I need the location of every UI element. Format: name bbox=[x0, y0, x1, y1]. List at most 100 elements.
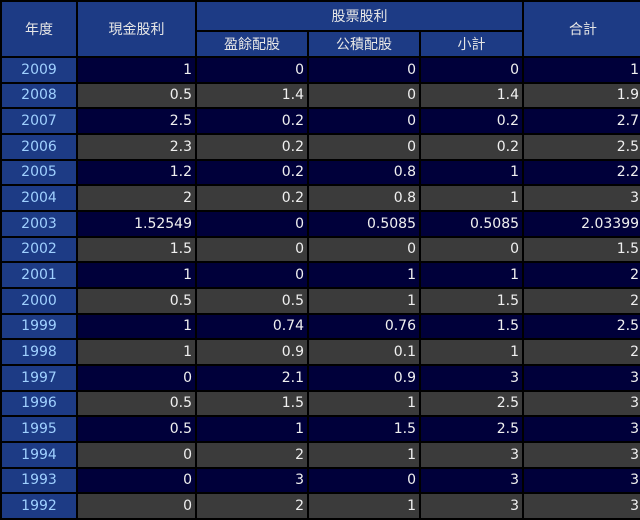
cash-dividend-cell: 0.5 bbox=[78, 417, 195, 441]
stock-subtotal-cell: 3 bbox=[421, 365, 523, 390]
year-cell: 2002 bbox=[2, 237, 76, 262]
capital-reserve-stock-cell: 1.5 bbox=[309, 417, 419, 441]
table-row: 2003 1.52549 0 0.5085 0.5085 2.03399 bbox=[2, 211, 640, 236]
year-cell: 1999 bbox=[2, 314, 76, 339]
table-row: 2004 2 0.2 0.8 1 3 bbox=[2, 186, 640, 210]
table-row: 2001 1 0 1 1 2 bbox=[2, 263, 640, 287]
year-cell: 2008 bbox=[2, 83, 76, 108]
capital-reserve-stock-cell: 0 bbox=[309, 134, 419, 159]
header-total: 合計 bbox=[524, 2, 640, 56]
cash-dividend-cell: 0.5 bbox=[78, 83, 195, 108]
retained-earnings-stock-cell: 0.74 bbox=[197, 314, 307, 339]
retained-earnings-stock-cell: 1.5 bbox=[197, 391, 307, 416]
table-row: 1992 0 2 1 3 3 bbox=[2, 494, 640, 518]
total-cell: 3 bbox=[524, 417, 640, 441]
capital-reserve-stock-cell: 0.8 bbox=[309, 160, 419, 185]
retained-earnings-stock-cell: 0.2 bbox=[197, 160, 307, 185]
capital-reserve-stock-cell: 0.8 bbox=[309, 186, 419, 210]
capital-reserve-stock-cell: 0 bbox=[309, 237, 419, 262]
retained-earnings-stock-cell: 0.9 bbox=[197, 340, 307, 364]
total-cell: 3 bbox=[524, 365, 640, 390]
stock-subtotal-cell: 0 bbox=[421, 237, 523, 262]
year-cell: 1995 bbox=[2, 417, 76, 441]
table-row: 2005 1.2 0.2 0.8 1 2.2 bbox=[2, 160, 640, 185]
cash-dividend-cell: 1 bbox=[78, 58, 195, 82]
dividend-history-table: 年度 現金股利 股票股利 合計 盈餘配股 公積配股 小計 2009 1 0 0 … bbox=[0, 0, 640, 520]
total-cell: 3 bbox=[524, 468, 640, 493]
header-retained-earnings-stock: 盈餘配股 bbox=[197, 32, 307, 56]
stock-subtotal-cell: 0.2 bbox=[421, 134, 523, 159]
stock-subtotal-cell: 1.4 bbox=[421, 83, 523, 108]
year-cell: 2005 bbox=[2, 160, 76, 185]
stock-subtotal-cell: 1 bbox=[421, 186, 523, 210]
total-cell: 1.9 bbox=[524, 83, 640, 108]
header-cash-dividend: 現金股利 bbox=[78, 2, 195, 56]
stock-subtotal-cell: 2.5 bbox=[421, 417, 523, 441]
total-cell: 2.7 bbox=[524, 109, 640, 133]
retained-earnings-stock-cell: 3 bbox=[197, 468, 307, 493]
table-row: 1997 0 2.1 0.9 3 3 bbox=[2, 365, 640, 390]
table-row: 2000 0.5 0.5 1 1.5 2 bbox=[2, 288, 640, 313]
total-cell: 3 bbox=[524, 186, 640, 210]
year-cell: 2006 bbox=[2, 134, 76, 159]
cash-dividend-cell: 1.52549 bbox=[78, 211, 195, 236]
retained-earnings-stock-cell: 1.4 bbox=[197, 83, 307, 108]
retained-earnings-stock-cell: 0.2 bbox=[197, 186, 307, 210]
total-cell: 2.2 bbox=[524, 160, 640, 185]
year-cell: 2009 bbox=[2, 58, 76, 82]
total-cell: 3 bbox=[524, 442, 640, 467]
year-cell: 1996 bbox=[2, 391, 76, 416]
stock-subtotal-cell: 3 bbox=[421, 494, 523, 518]
table-row: 1993 0 3 0 3 3 bbox=[2, 468, 640, 493]
capital-reserve-stock-cell: 0.9 bbox=[309, 365, 419, 390]
cash-dividend-cell: 0 bbox=[78, 468, 195, 493]
capital-reserve-stock-cell: 1 bbox=[309, 442, 419, 467]
capital-reserve-stock-cell: 1 bbox=[309, 263, 419, 287]
retained-earnings-stock-cell: 0 bbox=[197, 58, 307, 82]
table-row: 1996 0.5 1.5 1 2.5 3 bbox=[2, 391, 640, 416]
table-row: 1994 0 2 1 3 3 bbox=[2, 442, 640, 467]
total-cell: 2 bbox=[524, 288, 640, 313]
year-cell: 1994 bbox=[2, 442, 76, 467]
year-cell: 1993 bbox=[2, 468, 76, 493]
retained-earnings-stock-cell: 2 bbox=[197, 442, 307, 467]
header-year: 年度 bbox=[2, 2, 76, 56]
table-row: 2007 2.5 0.2 0 0.2 2.7 bbox=[2, 109, 640, 133]
table-row: 2008 0.5 1.4 0 1.4 1.9 bbox=[2, 83, 640, 108]
total-cell: 3 bbox=[524, 391, 640, 416]
cash-dividend-cell: 0.5 bbox=[78, 391, 195, 416]
stock-subtotal-cell: 3 bbox=[421, 442, 523, 467]
retained-earnings-stock-cell: 0 bbox=[197, 211, 307, 236]
header-stock-subtotal: 小計 bbox=[421, 32, 523, 56]
table-header: 年度 現金股利 股票股利 合計 盈餘配股 公積配股 小計 bbox=[2, 2, 640, 56]
year-cell: 1997 bbox=[2, 365, 76, 390]
capital-reserve-stock-cell: 0 bbox=[309, 83, 419, 108]
retained-earnings-stock-cell: 0.2 bbox=[197, 109, 307, 133]
header-stock-dividend: 股票股利 bbox=[197, 2, 523, 30]
stock-subtotal-cell: 1 bbox=[421, 160, 523, 185]
capital-reserve-stock-cell: 1 bbox=[309, 494, 419, 518]
capital-reserve-stock-cell: 0.1 bbox=[309, 340, 419, 364]
retained-earnings-stock-cell: 0.5 bbox=[197, 288, 307, 313]
cash-dividend-cell: 2.5 bbox=[78, 109, 195, 133]
table-row: 2006 2.3 0.2 0 0.2 2.5 bbox=[2, 134, 640, 159]
table-row: 2009 1 0 0 0 1 bbox=[2, 58, 640, 82]
total-cell: 2.5 bbox=[524, 314, 640, 339]
stock-subtotal-cell: 0 bbox=[421, 58, 523, 82]
total-cell: 2 bbox=[524, 263, 640, 287]
capital-reserve-stock-cell: 0 bbox=[309, 58, 419, 82]
capital-reserve-stock-cell: 0.5085 bbox=[309, 211, 419, 236]
year-cell: 2004 bbox=[2, 186, 76, 210]
cash-dividend-cell: 1 bbox=[78, 263, 195, 287]
retained-earnings-stock-cell: 0 bbox=[197, 237, 307, 262]
cash-dividend-cell: 2.3 bbox=[78, 134, 195, 159]
stock-subtotal-cell: 3 bbox=[421, 468, 523, 493]
stock-subtotal-cell: 1.5 bbox=[421, 288, 523, 313]
cash-dividend-cell: 1 bbox=[78, 340, 195, 364]
table-row: 1995 0.5 1 1.5 2.5 3 bbox=[2, 417, 640, 441]
retained-earnings-stock-cell: 2 bbox=[197, 494, 307, 518]
cash-dividend-cell: 2 bbox=[78, 186, 195, 210]
total-cell: 1 bbox=[524, 58, 640, 82]
stock-subtotal-cell: 0.5085 bbox=[421, 211, 523, 236]
table-row: 1998 1 0.9 0.1 1 2 bbox=[2, 340, 640, 364]
